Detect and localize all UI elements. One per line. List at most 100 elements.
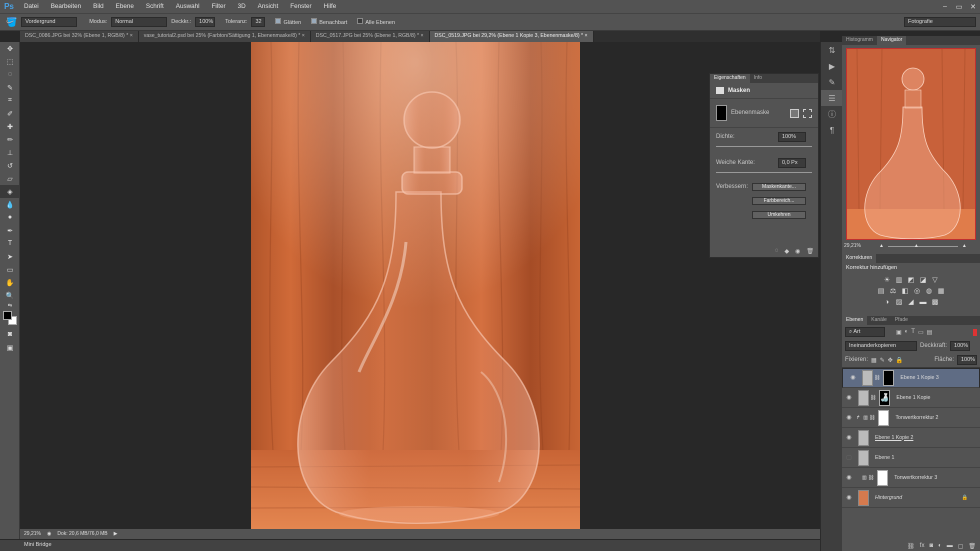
menu-ansicht[interactable]: Ansicht <box>252 3 285 10</box>
type-tool-icon[interactable]: T <box>0 237 20 250</box>
menu-bearbeiten[interactable]: Bearbeiten <box>45 3 87 10</box>
color-range-button[interactable]: Farbbereich... <box>752 197 806 205</box>
menu-ebene[interactable]: Ebene <box>110 3 140 10</box>
visibility-eye-icon[interactable]: ◉ <box>842 494 856 501</box>
density-input[interactable]: 100% <box>778 132 806 142</box>
info-icon[interactable]: ⓘ <box>821 106 843 122</box>
lock-pixels-icon[interactable]: ✎ <box>880 357 885 364</box>
paragraph-icon[interactable]: ¶ <box>821 122 843 138</box>
opacity-input[interactable]: 100% <box>195 17 216 27</box>
toggle-mask-icon[interactable]: ◉ <box>795 248 800 255</box>
navigator-preview[interactable] <box>846 48 976 240</box>
posterize-icon[interactable]: ▨ <box>895 298 903 306</box>
photo-filter-icon[interactable]: ◎ <box>913 287 921 295</box>
brightness-icon[interactable]: ☀ <box>883 276 891 284</box>
channel-mixer-icon[interactable]: ◍ <box>925 287 933 295</box>
hue-saturation-icon[interactable]: ▤ <box>877 287 885 295</box>
shape-tool-icon[interactable]: ▭ <box>0 263 20 276</box>
tab-korrekturen[interactable]: Korrekturen <box>842 254 877 263</box>
tab-close-icon[interactable]: × <box>584 33 587 39</box>
visibility-eye-icon[interactable]: ◉ <box>842 394 856 401</box>
tab-kanaele[interactable]: Kanäle <box>867 316 891 325</box>
dodge-tool-icon[interactable]: ● <box>0 211 20 224</box>
tab-vase-tutorial2[interactable]: vase_tutorial2.psd bei 25% (Farbton/Sätt… <box>138 31 311 42</box>
color-lookup-icon[interactable]: ▦ <box>937 287 945 295</box>
zoom-slider-thumb[interactable]: ▲ <box>914 243 919 249</box>
menu-auswahl[interactable]: Auswahl <box>170 3 206 10</box>
paint-bucket-icon[interactable]: 🪣 <box>6 17 17 28</box>
menu-schrift[interactable]: Schrift <box>140 3 170 10</box>
tolerance-input[interactable]: 32 <box>251 17 266 27</box>
invert-button[interactable]: Umkehren <box>752 211 806 219</box>
tab-navigator[interactable]: Navigator <box>876 36 907 45</box>
crop-tool-icon[interactable]: ⌗ <box>0 94 20 107</box>
filter-pixel-icon[interactable]: ▣ <box>896 329 902 336</box>
properties-icon[interactable]: ☰ <box>821 90 843 106</box>
exposure-icon[interactable]: ◪ <box>919 276 927 284</box>
tab-dsc0517[interactable]: DSC_0517.JPG bei 25% (Ebene 1, RGB/8) * … <box>310 31 430 42</box>
feather-slider[interactable] <box>716 172 812 173</box>
minimize-button[interactable]: – <box>938 3 952 11</box>
new-layer-icon[interactable]: ▢ <box>958 543 964 550</box>
filter-shape-icon[interactable]: ▭ <box>918 329 924 336</box>
filter-adjust-icon[interactable]: ◐ <box>905 329 909 335</box>
tab-ebenen[interactable]: Ebenen <box>842 316 868 325</box>
vector-mask-icon[interactable] <box>803 108 812 118</box>
layer-ebene-1[interactable]: ▢ Ebene 1 <box>842 448 980 468</box>
mask-edge-button[interactable]: Maskenkante... <box>752 183 806 191</box>
brush-tool-icon[interactable]: ✏ <box>0 133 20 146</box>
tab-close-icon[interactable]: × <box>302 33 305 39</box>
menu-hilfe[interactable]: Hilfe <box>318 3 343 10</box>
layer-mask-thumbnail[interactable] <box>883 370 895 386</box>
layer-opacity-input[interactable]: 100% <box>950 341 971 351</box>
gradient-map-icon[interactable]: ▬ <box>919 298 927 306</box>
screen-mode-icon[interactable]: ▣ <box>0 341 20 354</box>
visibility-eye-icon[interactable]: ◉ <box>842 434 856 441</box>
tab-eigenschaften[interactable]: Eigenschaften <box>710 74 750 83</box>
mode-select[interactable]: Normal <box>111 17 168 27</box>
vibrance-icon[interactable]: ▽ <box>931 276 939 284</box>
tab-close-icon[interactable]: × <box>130 33 133 39</box>
marquee-tool-icon[interactable]: ⬚ <box>0 55 20 68</box>
menu-datei[interactable]: Datei <box>18 3 45 10</box>
delete-mask-icon[interactable]: 🗑 <box>806 248 814 255</box>
new-adjustment-icon[interactable]: ◐ <box>938 543 942 550</box>
visibility-eye-icon[interactable]: ◉ <box>842 474 856 481</box>
history-brush-icon[interactable]: ↺ <box>0 159 20 172</box>
hand-tool-icon[interactable]: ✋ <box>0 276 20 289</box>
navigator-zoom[interactable]: 29,21% <box>844 243 861 249</box>
filter-type-icon[interactable]: T <box>911 329 915 335</box>
invert-icon[interactable]: ◑ <box>883 298 891 306</box>
antialias-checkbox[interactable]: Glätten <box>275 18 301 26</box>
levels-icon[interactable]: ▥ <box>895 276 903 284</box>
fill-input[interactable]: 100% <box>957 355 977 365</box>
lock-position-icon[interactable]: ✥ <box>888 357 893 364</box>
visibility-eye-icon[interactable]: ◉ <box>846 374 860 383</box>
maximize-button[interactable]: ▭ <box>952 3 966 11</box>
lock-all-icon[interactable]: 🔒 <box>896 357 903 364</box>
pixel-mask-icon[interactable] <box>790 108 799 118</box>
link-layers-icon[interactable]: ⛓ <box>907 543 915 550</box>
add-mask-icon[interactable]: ◙ <box>929 543 933 550</box>
move-tool-icon[interactable]: ✥ <box>0 42 20 55</box>
contiguous-checkbox[interactable]: Benachbart <box>311 18 347 26</box>
fill-source-select[interactable]: Vordergrund <box>21 17 78 27</box>
history-icon[interactable]: ⇅ <box>821 42 843 58</box>
layer-mask-thumbnail[interactable]: 🍶 <box>879 389 891 406</box>
new-group-icon[interactable]: ▬ <box>947 543 953 550</box>
layer-ebene-1-kopie[interactable]: ◉ ⛓ 🍶 Ebene 1 Kopie <box>842 388 980 408</box>
layer-mask-thumbnail[interactable] <box>878 409 890 426</box>
actions-icon[interactable]: ▶ <box>821 58 843 74</box>
zoom-out-icon[interactable]: ▲ <box>879 243 884 249</box>
status-menu-arrow[interactable]: ▶ <box>114 531 118 537</box>
filter-toggle[interactable] <box>973 328 977 336</box>
density-slider[interactable] <box>716 146 812 147</box>
layer-style-icon[interactable]: fx <box>920 543 925 550</box>
eyedropper-tool-icon[interactable]: ✐ <box>0 107 20 120</box>
zoom-slider[interactable]: ▲ <box>887 243 958 249</box>
zoom-in-icon[interactable]: ▲ <box>962 243 967 249</box>
zoom-level[interactable]: 29,21% <box>24 531 41 537</box>
color-swatches[interactable] <box>0 310 19 328</box>
workspace-select[interactable]: Fotografie <box>904 17 976 27</box>
visibility-eye-icon[interactable]: ▢ <box>842 454 856 461</box>
